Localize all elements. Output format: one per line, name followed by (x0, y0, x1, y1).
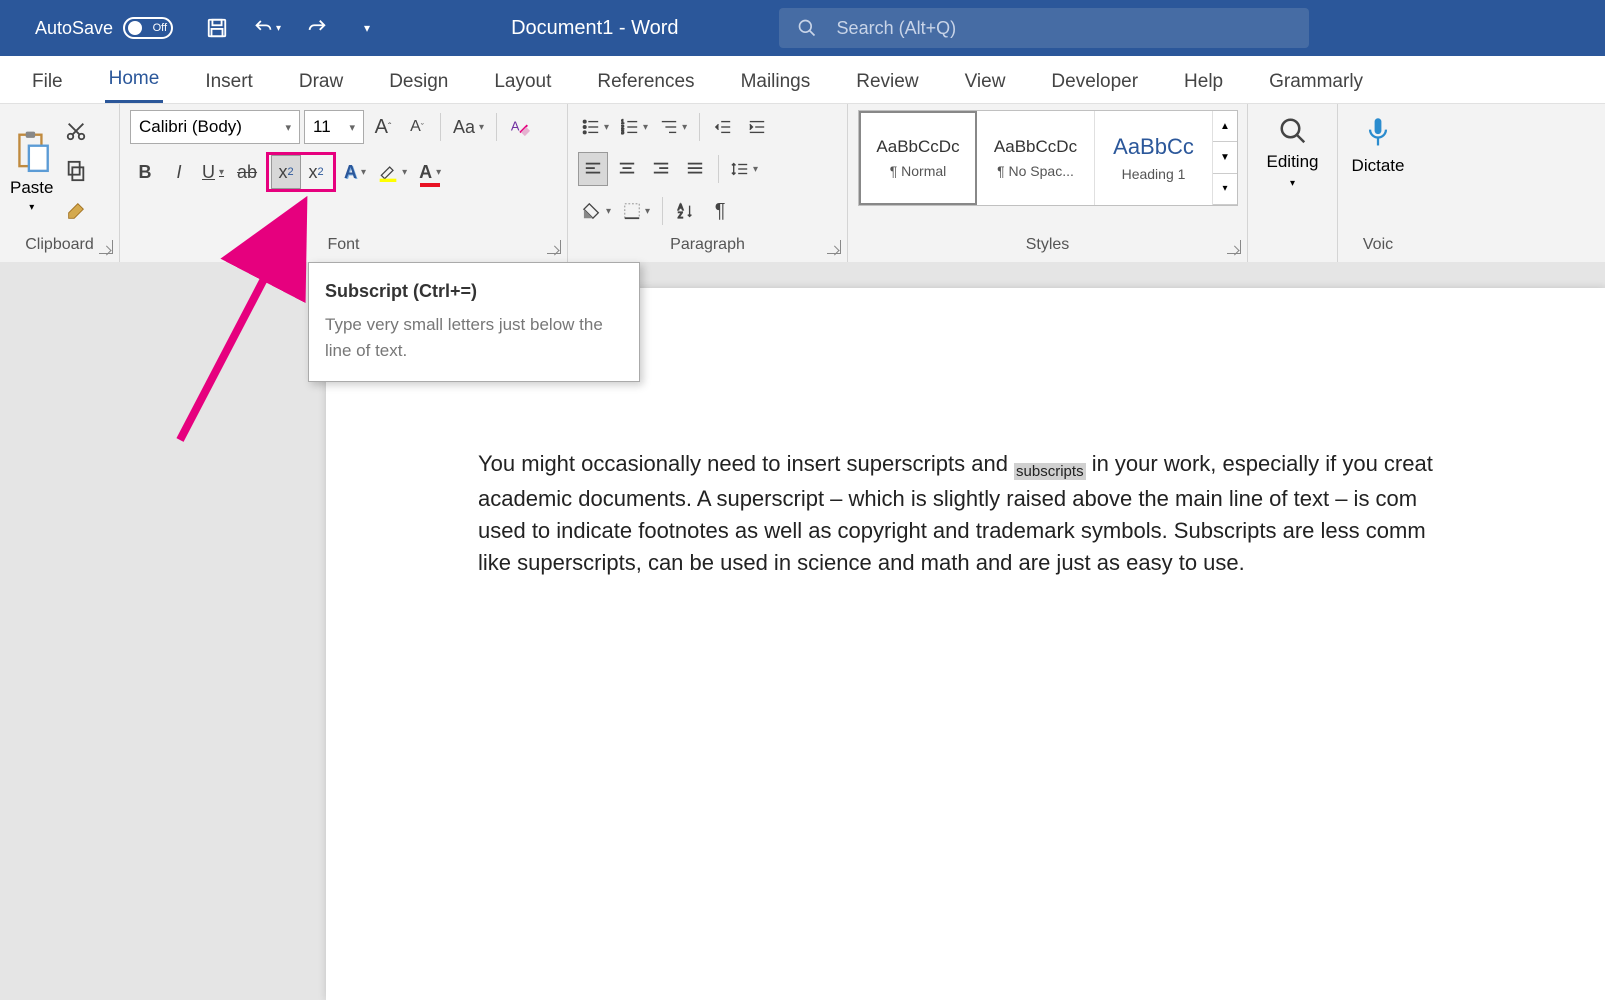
paragraph-group: 123 AZ (568, 104, 848, 262)
highlight-color-button[interactable] (374, 155, 411, 189)
tab-design[interactable]: Design (385, 61, 452, 103)
clipboard-launcher[interactable] (99, 240, 113, 254)
script-buttons-highlight: x2 x2 (266, 152, 336, 192)
font-name-combo[interactable]: Calibri (Body)▾ (130, 110, 300, 144)
document-title: Document1 - Word (511, 17, 678, 40)
font-group-label: Font (130, 232, 557, 262)
shrink-font-icon[interactable]: Aˇ (402, 110, 432, 144)
search-icon (797, 18, 817, 38)
numbering-icon[interactable]: 123 (617, 110, 652, 144)
copy-icon[interactable] (61, 156, 91, 186)
style-normal[interactable]: AaBbCcDc ¶ Normal (859, 111, 977, 205)
dictate-button[interactable]: Dictate (1342, 110, 1415, 182)
undo-icon[interactable]: ▾ (253, 14, 281, 42)
autosave-label: AutoSave (35, 18, 113, 39)
qat-dropdown-icon[interactable]: ▾ (353, 14, 381, 42)
text-effects-button[interactable]: A (340, 155, 370, 189)
styles-up-icon[interactable]: ▲ (1213, 111, 1237, 142)
superscript-button[interactable]: x2 (301, 155, 331, 189)
clipboard-group: Paste ▾ Clipboard (0, 104, 120, 262)
clear-formatting-icon[interactable]: A (505, 110, 535, 144)
editing-button[interactable]: Editing ▾ (1257, 110, 1329, 195)
align-center-icon[interactable] (612, 152, 642, 186)
paragraph-group-label: Paragraph (578, 232, 837, 262)
italic-button[interactable]: I (164, 155, 194, 189)
autosave-toggle[interactable]: AutoSave Off (35, 17, 173, 39)
redo-icon[interactable] (303, 14, 331, 42)
style-no-spacing[interactable]: AaBbCcDc ¶ No Spac... (977, 111, 1095, 205)
subscript-button[interactable]: x2 (271, 155, 301, 189)
search-placeholder: Search (Alt+Q) (837, 18, 957, 39)
tab-draw[interactable]: Draw (295, 61, 347, 103)
title-bar: AutoSave Off ▾ ▾ Document1 - Word Search… (0, 0, 1605, 56)
bold-button[interactable]: B (130, 155, 160, 189)
save-icon[interactable] (203, 14, 231, 42)
cut-icon[interactable] (61, 116, 91, 146)
style-heading-1[interactable]: AaBbCc Heading 1 (1095, 111, 1213, 205)
font-group: Calibri (Body)▾ 11▾ Aˆ Aˇ Aa A B I U ab … (120, 104, 568, 262)
tooltip-body: Type very small letters just below the l… (325, 312, 623, 363)
tab-review[interactable]: Review (852, 61, 922, 103)
format-painter-icon[interactable] (61, 196, 91, 226)
sort-icon[interactable]: AZ (671, 194, 701, 228)
styles-scroll: ▲ ▼ ▾ (1213, 111, 1237, 205)
document-body[interactable]: You might occasionally need to insert su… (478, 448, 1605, 579)
styles-group-label: Styles (858, 232, 1237, 262)
tab-insert[interactable]: Insert (201, 61, 257, 103)
change-case-icon[interactable]: Aa (449, 110, 488, 144)
svg-text:Z: Z (678, 211, 683, 220)
styles-launcher[interactable] (1227, 240, 1241, 254)
page[interactable]: You might occasionally need to insert su… (326, 288, 1605, 1000)
shading-icon[interactable] (578, 194, 615, 228)
search-box[interactable]: Search (Alt+Q) (779, 8, 1309, 48)
show-hide-icon[interactable]: ¶ (705, 194, 735, 228)
svg-text:A: A (511, 119, 520, 134)
tab-layout[interactable]: Layout (490, 61, 555, 103)
styles-gallery: AaBbCcDc ¶ Normal AaBbCcDc ¶ No Spac... … (858, 110, 1238, 206)
ribbon-tabs: File Home Insert Draw Design Layout Refe… (0, 56, 1605, 104)
quick-access-toolbar: ▾ ▾ (203, 14, 381, 42)
borders-icon[interactable] (619, 194, 654, 228)
decrease-indent-icon[interactable] (708, 110, 738, 144)
voice-group-label: Voic (1348, 232, 1408, 262)
tab-grammarly[interactable]: Grammarly (1265, 61, 1367, 103)
autosave-switch[interactable]: Off (123, 17, 173, 39)
tab-file[interactable]: File (28, 61, 67, 103)
bullets-icon[interactable] (578, 110, 613, 144)
tab-view[interactable]: View (961, 61, 1010, 103)
paragraph-launcher[interactable] (827, 240, 841, 254)
tab-references[interactable]: References (593, 61, 698, 103)
strikethrough-button[interactable]: ab (232, 155, 262, 189)
increase-indent-icon[interactable] (742, 110, 772, 144)
tab-mailings[interactable]: Mailings (737, 61, 815, 103)
subscript-tooltip: Subscript (Ctrl+=) Type very small lette… (308, 262, 640, 382)
underline-button[interactable]: U (198, 155, 228, 189)
line-spacing-icon[interactable] (727, 152, 762, 186)
align-right-icon[interactable] (646, 152, 676, 186)
styles-more-icon[interactable]: ▾ (1213, 174, 1237, 205)
voice-group: Dictate Voic (1338, 104, 1418, 262)
document-area: You might occasionally need to insert su… (0, 262, 1605, 1000)
font-color-button[interactable]: A (415, 155, 445, 189)
multilevel-list-icon[interactable] (656, 110, 691, 144)
tab-home[interactable]: Home (105, 58, 164, 103)
svg-text:3: 3 (621, 130, 624, 136)
font-launcher[interactable] (547, 240, 561, 254)
tab-developer[interactable]: Developer (1047, 61, 1142, 103)
styles-down-icon[interactable]: ▼ (1213, 142, 1237, 173)
justify-icon[interactable] (680, 152, 710, 186)
styles-group: AaBbCcDc ¶ Normal AaBbCcDc ¶ No Spac... … (848, 104, 1248, 262)
tooltip-title: Subscript (Ctrl+=) (325, 281, 623, 302)
ribbon: Paste ▾ Clipboard Calibri (Body)▾ 11▾ Aˆ… (0, 104, 1605, 262)
editing-group: Editing ▾ (1248, 104, 1338, 262)
paste-button[interactable]: Paste ▾ (10, 130, 53, 213)
align-left-icon[interactable] (578, 152, 608, 186)
selected-subscript-text[interactable]: subscripts (1014, 463, 1086, 480)
clipboard-group-label: Clipboard (10, 232, 109, 262)
font-size-combo[interactable]: 11▾ (304, 110, 364, 144)
tab-help[interactable]: Help (1180, 61, 1227, 103)
grow-font-icon[interactable]: Aˆ (368, 110, 398, 144)
